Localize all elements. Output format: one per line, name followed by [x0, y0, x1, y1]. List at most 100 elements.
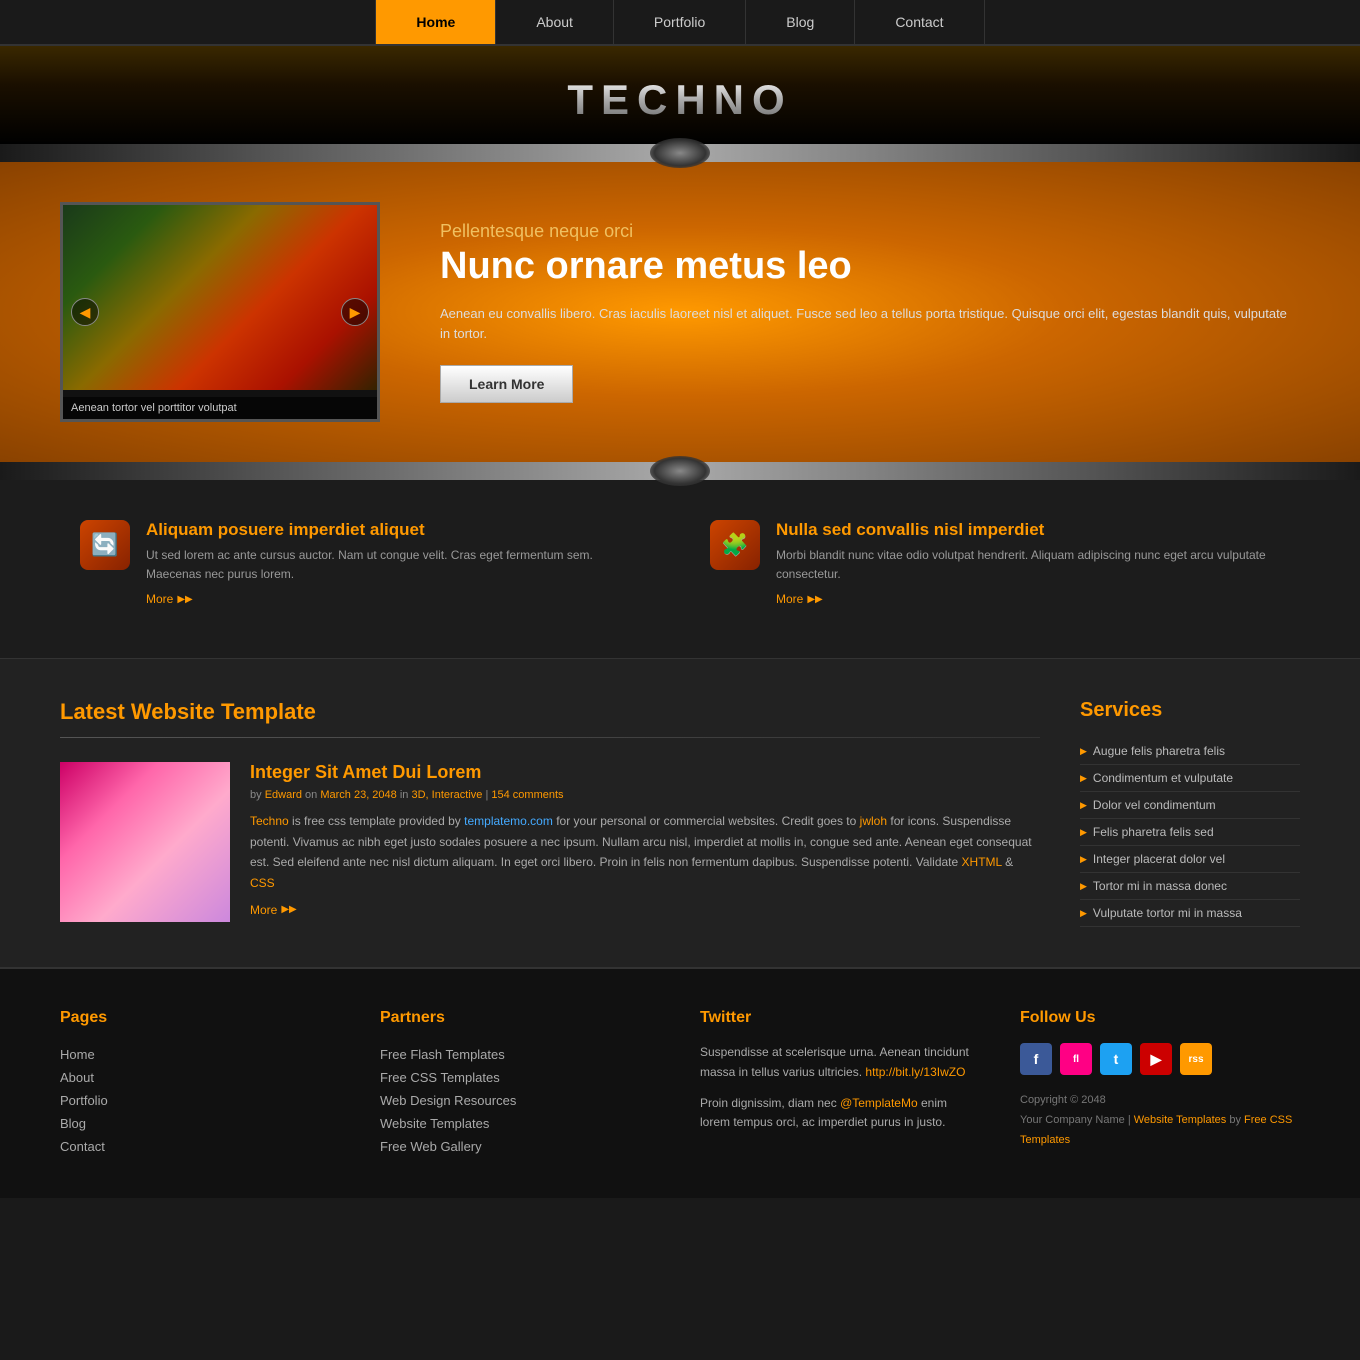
footer-contact-link[interactable]: Contact — [60, 1139, 105, 1154]
service-item-7: Vulputate tortor mi in massa — [1080, 900, 1300, 927]
feature-1-header: 🔄 Aliquam posuere imperdiet aliquet Ut s… — [80, 520, 650, 606]
meta-date[interactable]: March 23, 2048 — [320, 789, 396, 801]
tweet-1-link[interactable]: http://bit.ly/13IwZO — [865, 1065, 965, 1079]
feature-2-more[interactable]: More — [776, 592, 823, 606]
post-xhtml-link[interactable]: XHTML — [962, 855, 1002, 869]
footer-page-portfolio: Portfolio — [60, 1089, 340, 1112]
content-left: Latest Website Template Integer Sit Amet… — [60, 699, 1040, 927]
partner-gallery-link[interactable]: Free Web Gallery — [380, 1139, 482, 1154]
post-more-link[interactable]: More — [250, 903, 297, 917]
header-bar — [0, 144, 1360, 162]
partner-website-link[interactable]: Website Templates — [380, 1116, 489, 1131]
footer-follow: Follow Us f fl t ▶ rss Copyright © 2048 … — [1020, 1009, 1300, 1158]
partner-web-link[interactable]: Web Design Resources — [380, 1093, 516, 1108]
service-item-6: Tortor mi in massa donec — [1080, 873, 1300, 900]
hero-learn-more-button[interactable]: Learn More — [440, 365, 573, 403]
partner-css: Free CSS Templates — [380, 1066, 660, 1089]
footer-tweet-1: Suspendisse at scelerisque urna. Aenean … — [700, 1043, 980, 1081]
hero-description: Aenean eu convallis libero. Cras iaculis… — [440, 304, 1300, 346]
partner-flash: Free Flash Templates — [380, 1043, 660, 1066]
footer-page-home: Home — [60, 1043, 340, 1066]
footer: Pages Home About Portfolio Blog Contact … — [0, 967, 1360, 1198]
footer-page-about: About — [60, 1066, 340, 1089]
rss-icon[interactable]: rss — [1180, 1043, 1212, 1075]
latest-section-title: Latest Website Template — [60, 699, 1040, 725]
content-sidebar: Services Augue felis pharetra felis Cond… — [1080, 699, 1300, 927]
hero-prev-button[interactable]: ◀ — [71, 298, 99, 326]
hero-bottom-bar — [0, 462, 1360, 480]
website-templates-link[interactable]: Website Templates — [1134, 1114, 1227, 1126]
partner-gallery: Free Web Gallery — [380, 1135, 660, 1158]
tweet-2-text1: Proin dignissim, diam nec — [700, 1096, 837, 1110]
nav-blog[interactable]: Blog — [746, 0, 855, 44]
post-jwloh-link[interactable]: jwloh — [860, 814, 887, 828]
site-title: TECHNO — [0, 76, 1360, 124]
service-item-2: Condimentum et vulputate — [1080, 765, 1300, 792]
twitter-icon[interactable]: t — [1100, 1043, 1132, 1075]
feature-1-icon: 🔄 — [80, 520, 130, 570]
footer-home-link[interactable]: Home — [60, 1047, 95, 1062]
nav-about[interactable]: About — [496, 0, 614, 44]
copyright-text: Copyright © 2048 — [1020, 1094, 1106, 1106]
facebook-icon[interactable]: f — [1020, 1043, 1052, 1075]
footer-partners: Partners Free Flash Templates Free CSS T… — [380, 1009, 660, 1158]
blog-post: Integer Sit Amet Dui Lorem by Edward on … — [60, 762, 1040, 922]
footer-partners-list: Free Flash Templates Free CSS Templates … — [380, 1043, 660, 1158]
hero-next-button[interactable]: ▶ — [341, 298, 369, 326]
footer-twitter-title: Twitter — [700, 1009, 980, 1027]
feature-2: 🧩 Nulla sed convallis nisl imperdiet Mor… — [710, 520, 1280, 618]
post-templatemo-link[interactable]: templatemo.com — [464, 814, 553, 828]
feature-2-text: Morbi blandit nunc vitae odio volutpat h… — [776, 546, 1280, 584]
footer-copyright: Copyright © 2048 Your Company Name | Web… — [1020, 1091, 1300, 1150]
main-content: Latest Website Template Integer Sit Amet… — [0, 659, 1360, 967]
features-section: 🔄 Aliquam posuere imperdiet aliquet Ut s… — [0, 480, 1360, 659]
footer-about-link[interactable]: About — [60, 1070, 94, 1085]
hero-section: Aenean tortor vel porttitor volutpat ◀ ▶… — [0, 162, 1360, 462]
hero-slideshow: Aenean tortor vel porttitor volutpat ◀ ▶ — [60, 202, 380, 422]
section-divider — [60, 737, 1040, 738]
partner-web: Web Design Resources — [380, 1089, 660, 1112]
feature-1: 🔄 Aliquam posuere imperdiet aliquet Ut s… — [80, 520, 650, 618]
feature-2-title: Nulla sed convallis nisl imperdiet — [776, 520, 1280, 540]
footer-pages-list: Home About Portfolio Blog Contact — [60, 1043, 340, 1158]
post-body-mid1: is free css template provided by — [292, 814, 461, 828]
feature-1-more[interactable]: More — [146, 592, 193, 606]
social-icons: f fl t ▶ rss — [1020, 1043, 1300, 1075]
hero-title: Nunc ornare metus leo — [440, 246, 1300, 288]
feature-1-text: Ut sed lorem ac ante cursus auctor. Nam … — [146, 546, 650, 584]
meta-categories[interactable]: 3D, Interactive — [411, 789, 482, 801]
services-list: Augue felis pharetra felis Condimentum e… — [1080, 738, 1300, 927]
partner-flash-link[interactable]: Free Flash Templates — [380, 1047, 505, 1062]
footer-portfolio-link[interactable]: Portfolio — [60, 1093, 108, 1108]
footer-blog-link[interactable]: Blog — [60, 1116, 86, 1131]
blog-post-meta: by Edward on March 23, 2048 in 3D, Inter… — [250, 789, 1040, 801]
meta-on: on — [305, 789, 320, 801]
footer-partners-title: Partners — [380, 1009, 660, 1027]
nav-portfolio[interactable]: Portfolio — [614, 0, 746, 44]
partner-website: Website Templates — [380, 1112, 660, 1135]
partner-css-link[interactable]: Free CSS Templates — [380, 1070, 500, 1085]
blog-post-content: Integer Sit Amet Dui Lorem by Edward on … — [250, 762, 1040, 922]
footer-pages: Pages Home About Portfolio Blog Contact — [60, 1009, 340, 1158]
footer-twitter: Twitter Suspendisse at scelerisque urna.… — [700, 1009, 980, 1158]
hero-slide-caption: Aenean tortor vel porttitor volutpat — [63, 397, 377, 419]
by-text: by — [1229, 1114, 1241, 1126]
hero-text: Pellentesque neque orci Nunc ornare metu… — [440, 221, 1300, 403]
post-css-link[interactable]: CSS — [250, 876, 275, 890]
meta-comments[interactable]: 154 comments — [491, 789, 563, 801]
post-techno-link[interactable]: Techno — [250, 814, 289, 828]
tweet-2-link[interactable]: @TemplateMo — [840, 1096, 918, 1110]
company-name: Your Company Name — [1020, 1114, 1125, 1126]
footer-pages-title: Pages — [60, 1009, 340, 1027]
footer-page-contact: Contact — [60, 1135, 340, 1158]
nav-home[interactable]: Home — [375, 0, 496, 44]
blog-post-body: Techno is free css template provided by … — [250, 811, 1040, 893]
youtube-icon[interactable]: ▶ — [1140, 1043, 1172, 1075]
feature-1-title: Aliquam posuere imperdiet aliquet — [146, 520, 650, 540]
flickr-icon[interactable]: fl — [1060, 1043, 1092, 1075]
nav-contact[interactable]: Contact — [855, 0, 984, 44]
hero-subtitle: Pellentesque neque orci — [440, 221, 1300, 242]
post-amp: & — [1005, 855, 1013, 869]
footer-follow-title: Follow Us — [1020, 1009, 1300, 1027]
meta-author[interactable]: Edward — [265, 789, 302, 801]
